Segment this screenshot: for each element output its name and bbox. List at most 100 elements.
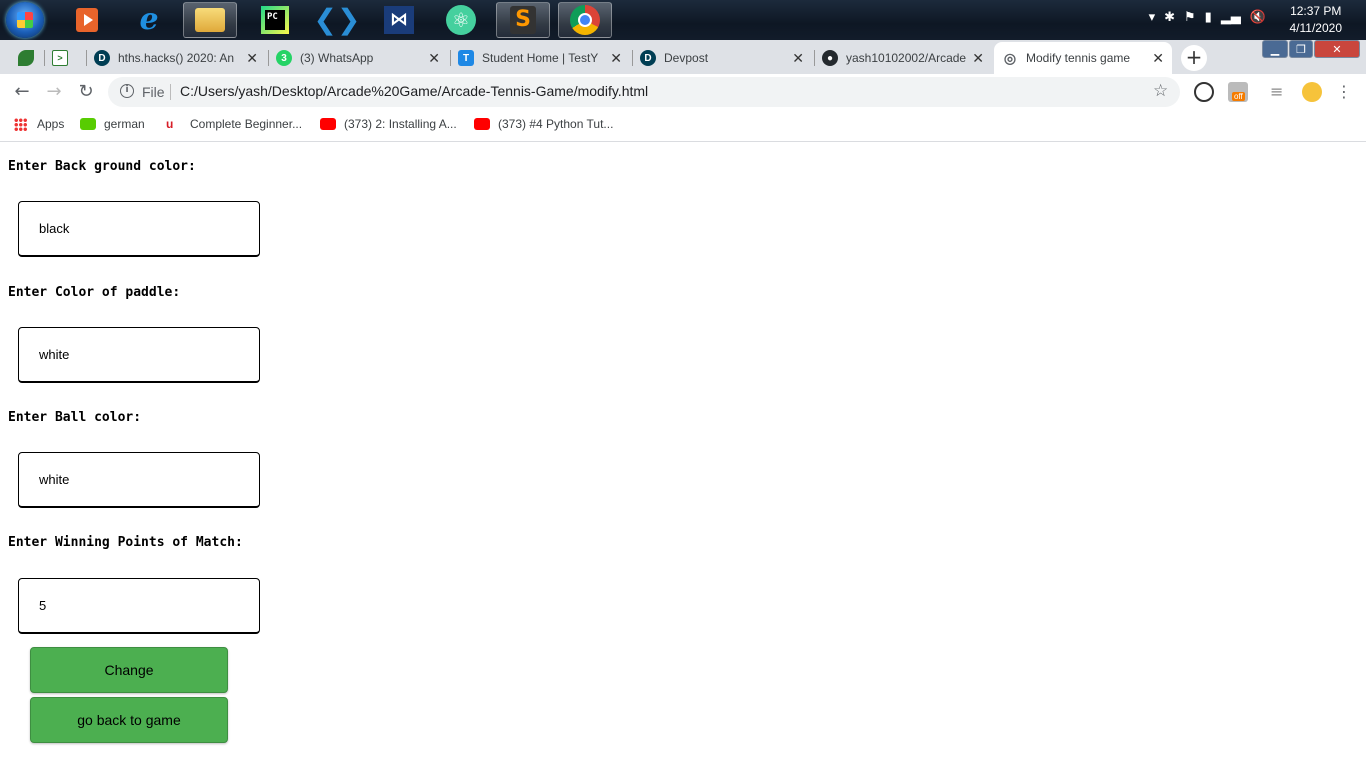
bookmark-german[interactable]: german bbox=[80, 117, 145, 131]
visual-studio-taskbar-button[interactable]: ⋈ bbox=[372, 2, 426, 38]
new-tab-button[interactable]: + bbox=[1181, 45, 1207, 71]
close-tab-icon[interactable]: ✕ bbox=[972, 50, 984, 67]
pinned-tab-1[interactable] bbox=[10, 42, 42, 74]
bookmark-apps[interactable]: Apps bbox=[14, 117, 64, 131]
code-brackets-icon: > bbox=[52, 50, 68, 66]
tab-whatsapp[interactable]: 3 (3) WhatsApp ✕ bbox=[268, 42, 448, 74]
bookmark-youtube-installing[interactable]: (373) 2: Installing A... bbox=[320, 117, 457, 131]
restore-icon: ❐ bbox=[1296, 42, 1306, 56]
vscode-icon: ❮❯ bbox=[313, 3, 361, 36]
minimize-button[interactable]: ▁ bbox=[1262, 40, 1288, 58]
close-tab-icon[interactable]: ✕ bbox=[610, 50, 622, 67]
close-icon: ✕ bbox=[1332, 42, 1342, 56]
pycharm-taskbar-button[interactable]: PC bbox=[248, 2, 302, 38]
leaf-icon bbox=[18, 50, 34, 66]
browser-tab-strip: > D hths.hacks() 2020: An ✕ 3 (3) WhatsA… bbox=[0, 40, 1366, 74]
internet-explorer-taskbar-button[interactable]: e bbox=[122, 2, 176, 38]
bookmarks-bar: Apps german u Complete Beginner... (373)… bbox=[0, 110, 1366, 142]
apps-grid-icon bbox=[14, 117, 27, 131]
atom-taskbar-button[interactable]: ⚛ bbox=[434, 2, 488, 38]
close-tab-icon[interactable]: ✕ bbox=[428, 50, 440, 67]
action-center-icon[interactable]: ⚑ bbox=[1184, 10, 1196, 25]
whatsapp-icon: 3 bbox=[276, 50, 292, 66]
go-back-to-game-button[interactable]: go back to game bbox=[30, 697, 228, 743]
browser-toolbar: ← → ↻ i File C:/Users/yash/Desktop/Arcad… bbox=[0, 74, 1366, 110]
extension-off-icon[interactable]: off bbox=[1228, 82, 1248, 102]
start-button[interactable] bbox=[6, 2, 44, 38]
tab-devpost[interactable]: D Devpost ✕ bbox=[632, 42, 812, 74]
file-explorer-icon bbox=[195, 8, 225, 32]
tab-modify-tennis-game[interactable]: ◎ Modify tennis game ✕ bbox=[994, 42, 1172, 74]
system-tray: ▾ ✱ ⚑ ▮ ▂▄ 🔇 bbox=[1149, 10, 1266, 25]
bookmark-star-icon[interactable]: ☆ bbox=[1153, 81, 1168, 101]
chrome-taskbar-button[interactable] bbox=[558, 2, 612, 38]
clock-date: 4/11/2020 bbox=[1289, 21, 1343, 35]
bookmark-label: german bbox=[104, 117, 145, 131]
network-signal-icon[interactable]: ▂▄ bbox=[1221, 10, 1241, 25]
atom-icon: ⚛ bbox=[446, 5, 476, 35]
media-player-icon bbox=[76, 8, 98, 32]
winning-points-label: Enter Winning Points of Match: bbox=[8, 535, 243, 550]
youtube-icon bbox=[474, 118, 490, 130]
pinned-tab-2[interactable]: > bbox=[44, 42, 82, 74]
extension-steering-icon[interactable] bbox=[1194, 82, 1214, 102]
bookmark-youtube-python[interactable]: (373) #4 Python Tut... bbox=[474, 117, 613, 131]
bookmark-label: (373) #4 Python Tut... bbox=[498, 117, 614, 131]
menu-kebab-icon[interactable]: ⋮ bbox=[1332, 80, 1356, 104]
tab-github[interactable]: ● yash10102002/Arcade ✕ bbox=[814, 42, 992, 74]
ball-color-input[interactable] bbox=[18, 452, 260, 508]
bookmark-label: Apps bbox=[37, 117, 65, 131]
volume-muted-icon[interactable]: 🔇 bbox=[1250, 10, 1266, 25]
url-text[interactable]: C:/Users/yash/Desktop/Arcade%20Game/Arca… bbox=[180, 83, 648, 99]
tab-hths-hacks[interactable]: D hths.hacks() 2020: An ✕ bbox=[86, 42, 266, 74]
winning-points-input[interactable] bbox=[18, 578, 260, 634]
taskbar-clock[interactable]: 12:37 PM 4/11/2020 bbox=[1290, 3, 1343, 37]
internet-explorer-icon: e bbox=[139, 2, 159, 37]
close-tab-icon[interactable]: ✕ bbox=[246, 50, 258, 67]
close-tab-icon[interactable]: ✕ bbox=[792, 50, 804, 67]
background-color-label: Enter Back ground color: bbox=[8, 159, 196, 174]
reading-list-icon[interactable]: ≡ bbox=[1270, 82, 1290, 102]
tab-title: Modify tennis game bbox=[1026, 51, 1131, 65]
github-icon: ● bbox=[822, 50, 838, 66]
media-player-taskbar-button[interactable] bbox=[60, 2, 114, 38]
background-color-input[interactable] bbox=[18, 201, 260, 257]
bluetooth-icon[interactable]: ✱ bbox=[1164, 10, 1175, 25]
duolingo-icon bbox=[80, 118, 96, 130]
ball-color-label: Enter Ball color: bbox=[8, 410, 142, 425]
profile-avatar-icon[interactable] bbox=[1302, 82, 1322, 102]
address-bar[interactable]: i File C:/Users/yash/Desktop/Arcade%20Ga… bbox=[108, 77, 1180, 107]
tab-title: yash10102002/Arcade bbox=[846, 51, 967, 65]
globe-icon: ◎ bbox=[1002, 49, 1018, 66]
show-hidden-icons-icon[interactable]: ▾ bbox=[1149, 10, 1156, 25]
testyou-icon: T bbox=[458, 50, 474, 66]
change-button[interactable]: Change bbox=[30, 647, 228, 693]
info-icon[interactable]: i bbox=[120, 84, 134, 98]
sublime-text-taskbar-button[interactable]: S bbox=[496, 2, 550, 38]
youtube-icon bbox=[320, 118, 336, 130]
url-divider bbox=[170, 84, 171, 100]
forward-arrow-icon[interactable]: → bbox=[42, 80, 66, 104]
back-arrow-icon[interactable]: ← bbox=[10, 80, 34, 104]
visual-studio-icon: ⋈ bbox=[384, 6, 414, 34]
tab-student-home[interactable]: T Student Home | TestY ✕ bbox=[450, 42, 630, 74]
close-window-button[interactable]: ✕ bbox=[1314, 40, 1360, 58]
tab-title: (3) WhatsApp bbox=[300, 51, 374, 65]
windows-taskbar: e PC ❮❯ ⋈ ⚛ S ▾ ✱ ⚑ ▮ ▂▄ 🔇 12:37 PM 4/11… bbox=[0, 0, 1366, 40]
battery-icon[interactable]: ▮ bbox=[1205, 10, 1212, 25]
chrome-icon bbox=[570, 5, 600, 35]
bookmark-complete-beginner[interactable]: u Complete Beginner... bbox=[166, 117, 302, 131]
reload-icon[interactable]: ↻ bbox=[74, 80, 98, 104]
restore-button[interactable]: ❐ bbox=[1289, 40, 1313, 58]
bookmark-label: (373) 2: Installing A... bbox=[344, 117, 457, 131]
paddle-color-input[interactable] bbox=[18, 327, 260, 383]
sublime-text-icon: S bbox=[510, 6, 536, 34]
close-tab-icon[interactable]: ✕ bbox=[1152, 50, 1164, 67]
clock-time: 12:37 PM bbox=[1290, 4, 1342, 18]
udemy-icon: u bbox=[166, 117, 174, 131]
paddle-color-label: Enter Color of paddle: bbox=[8, 285, 181, 300]
pycharm-icon: PC bbox=[261, 6, 289, 34]
file-explorer-taskbar-button[interactable] bbox=[183, 2, 237, 38]
vscode-taskbar-button[interactable]: ❮❯ bbox=[310, 2, 364, 38]
tab-title: Student Home | TestY bbox=[482, 51, 599, 65]
